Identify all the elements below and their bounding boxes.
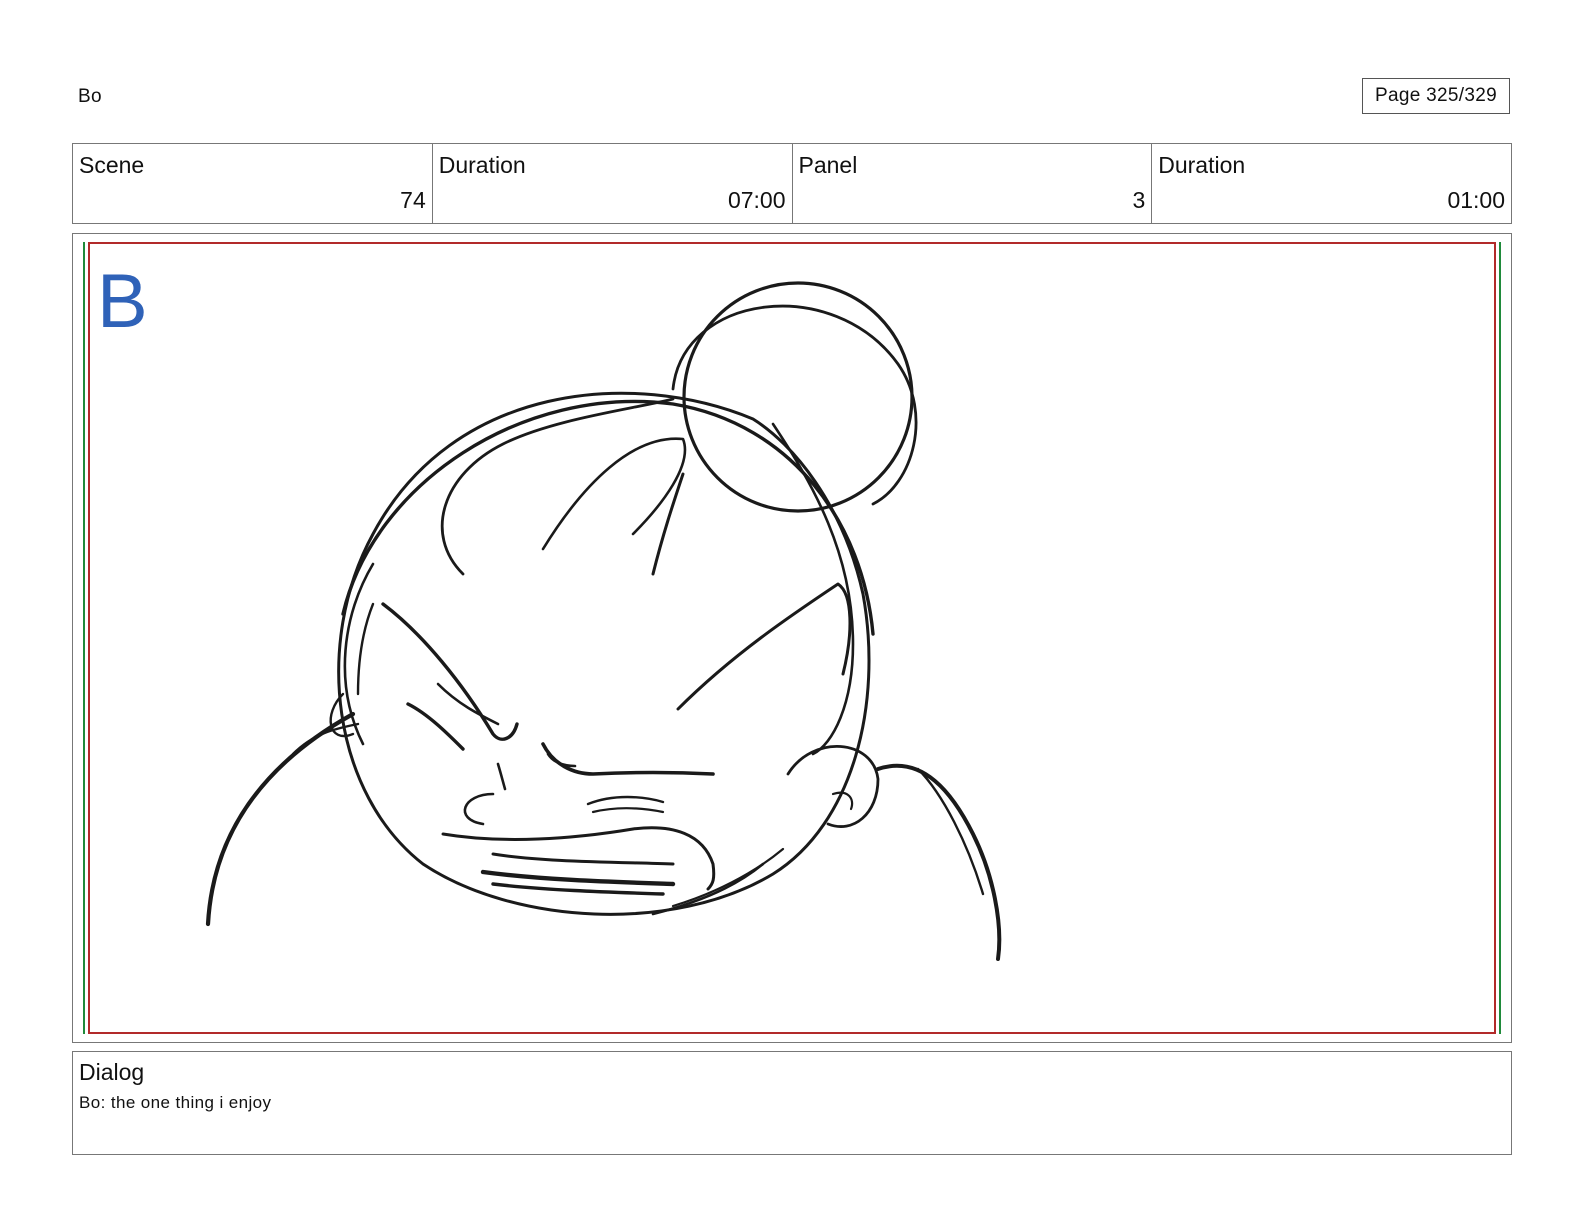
panel-duration-label: Duration xyxy=(1158,152,1246,178)
scene-cell: Scene 74 xyxy=(73,144,433,223)
left-brow-stroke xyxy=(436,682,500,726)
left-brow-stroke xyxy=(406,702,465,751)
head-stroke xyxy=(341,399,875,636)
hair-bun-stroke xyxy=(682,281,914,513)
mouth-stroke xyxy=(491,852,675,866)
hair-line-stroke xyxy=(676,582,852,711)
scene-duration-value: 07:00 xyxy=(727,187,786,213)
right-eye-stroke xyxy=(586,795,665,806)
project-title: Bo xyxy=(78,86,102,107)
head-stroke xyxy=(771,422,855,756)
panel-cell: Panel 3 xyxy=(793,144,1153,223)
character-sketch xyxy=(205,281,1002,961)
dialog-label: Dialog xyxy=(79,1059,145,1085)
scene-duration-label: Duration xyxy=(438,152,526,178)
dialog-text: Bo: the one thing i enjoy xyxy=(79,1093,272,1112)
panel-label: Panel xyxy=(798,152,858,178)
panel-duration-value: 01:00 xyxy=(1447,187,1505,213)
nose-stroke xyxy=(496,762,507,791)
panel-value: 3 xyxy=(1132,187,1146,213)
dialog-box: Dialog Bo: the one thing i enjoy xyxy=(72,1051,1512,1155)
mouth-stroke xyxy=(480,869,676,887)
panel-info-row: Scene 74 Duration 07:00 Panel 3 Duration… xyxy=(72,143,1512,224)
hair-line-stroke xyxy=(440,397,675,576)
nose-stroke xyxy=(463,792,495,826)
panel-duration-cell: Duration 01:00 xyxy=(1152,144,1511,223)
left-brow-stroke xyxy=(381,602,519,741)
mouth-stroke xyxy=(491,882,665,896)
hair-line-stroke xyxy=(651,472,685,576)
right-eye-stroke xyxy=(591,807,665,814)
right-ear-stroke xyxy=(786,744,880,828)
left-shoulder-stroke xyxy=(205,711,356,927)
right-brow-stroke xyxy=(541,742,715,776)
scene-label: Scene xyxy=(79,152,145,178)
storyboard-panel: B xyxy=(72,233,1512,1043)
head-stroke xyxy=(356,602,375,696)
scene-value: 74 xyxy=(400,187,426,213)
scene-duration-cell: Duration 07:00 xyxy=(433,144,793,223)
page-indicator: Page 325/329 xyxy=(1362,78,1510,114)
